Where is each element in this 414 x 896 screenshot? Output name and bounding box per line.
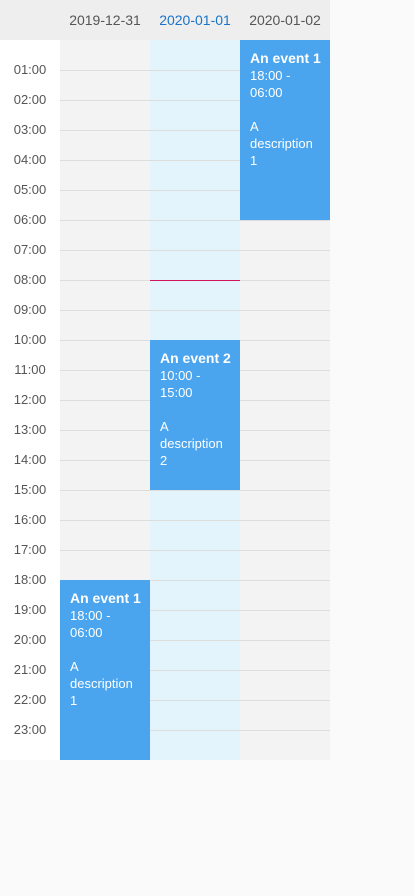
time-label: 14:00 — [13, 452, 47, 467]
hour-gridline — [60, 310, 150, 311]
event-description: A description 2 — [160, 419, 223, 468]
calendar-header: 2019-12-31 2020-01-01 2020-01-02 — [0, 0, 330, 40]
day-column-2[interactable]: An event 1 18:00 - 06:00 A description 1 — [240, 40, 330, 760]
hour-gridline — [60, 550, 150, 551]
hour-gridline — [150, 520, 240, 521]
hour-gridline — [240, 670, 330, 671]
hour-gridline — [150, 610, 240, 611]
event-block[interactable]: An event 1 18:00 - 06:00 A description 1 — [240, 40, 330, 220]
event-description: A description 1 — [70, 659, 133, 708]
time-label: 21:00 — [13, 662, 47, 677]
time-label: 18:00 — [13, 572, 47, 587]
event-title: An event 1 — [250, 50, 321, 66]
hour-gridline — [60, 280, 150, 281]
hour-gridline — [240, 730, 330, 731]
hour-gridline — [60, 160, 150, 161]
event-description: A description 1 — [250, 119, 313, 168]
time-label: 06:00 — [13, 212, 47, 227]
time-label: 07:00 — [13, 242, 47, 257]
hour-gridline — [60, 490, 150, 491]
time-label: 03:00 — [13, 122, 47, 137]
hour-gridline — [150, 490, 240, 491]
hour-gridline — [60, 100, 150, 101]
time-label: 23:00 — [13, 722, 47, 737]
hour-gridline — [150, 730, 240, 731]
time-label: 01:00 — [13, 62, 47, 77]
hour-gridline — [150, 70, 240, 71]
hour-gridline — [240, 250, 330, 251]
hour-gridline — [240, 340, 330, 341]
hour-gridline — [60, 370, 150, 371]
hour-gridline — [60, 400, 150, 401]
event-time: 18:00 - 06:00 — [250, 68, 291, 100]
time-label: 20:00 — [13, 632, 47, 647]
event-title: An event 1 — [70, 590, 141, 606]
hour-gridline — [60, 340, 150, 341]
day-header-0[interactable]: 2019-12-31 — [60, 0, 150, 40]
hour-gridline — [150, 700, 240, 701]
hour-gridline — [60, 130, 150, 131]
time-label: 22:00 — [13, 692, 47, 707]
hour-gridline — [150, 100, 240, 101]
hour-gridline — [60, 190, 150, 191]
event-time: 10:00 - 15:00 — [160, 368, 201, 400]
time-label: 12:00 — [13, 392, 47, 407]
hour-gridline — [60, 430, 150, 431]
time-gutter: 01:00 02:00 03:00 04:00 05:00 06:00 07:00 08:00… — [0, 40, 60, 760]
hour-gridline — [150, 130, 240, 131]
event-block[interactable]: An event 2 10:00 - 15:00 A description 2 — [150, 340, 240, 490]
hour-gridline — [150, 640, 240, 641]
time-label: 11:00 — [14, 362, 46, 377]
hour-gridline — [240, 460, 330, 461]
event-block[interactable]: An event 1 18:00 - 06:00 A description 1 — [60, 580, 150, 760]
time-label: 15:00 — [13, 482, 47, 497]
hour-gridline — [150, 250, 240, 251]
hour-gridline — [240, 700, 330, 701]
hour-gridline — [240, 280, 330, 281]
hour-gridline — [60, 250, 150, 251]
hour-gridline — [240, 400, 330, 401]
hour-gridline — [240, 640, 330, 641]
time-label: 10:00 — [13, 332, 47, 347]
time-label: 04:00 — [13, 152, 47, 167]
time-label: 13:00 — [13, 422, 47, 437]
hour-gridline — [240, 220, 330, 221]
hour-gridline — [60, 70, 150, 71]
week-calendar: 2019-12-31 2020-01-01 2020-01-02 01:00 02… — [0, 0, 330, 760]
hour-gridline — [150, 580, 240, 581]
hour-gridline — [240, 550, 330, 551]
day-column-1-today[interactable]: An event 2 10:00 - 15:00 A description 2 — [150, 40, 240, 760]
hour-gridline — [240, 580, 330, 581]
hour-gridline — [150, 310, 240, 311]
hour-gridline — [150, 160, 240, 161]
time-label: 09:00 — [13, 302, 47, 317]
day-header-2[interactable]: 2020-01-02 — [240, 0, 330, 40]
time-label: 08:00 — [13, 272, 47, 287]
time-label: 17:00 — [13, 542, 47, 557]
hour-gridline — [150, 190, 240, 191]
time-label: 02:00 — [13, 92, 47, 107]
hour-gridline — [240, 610, 330, 611]
hour-gridline — [240, 520, 330, 521]
hour-gridline — [240, 310, 330, 311]
current-time-indicator — [150, 280, 240, 281]
time-label: 19:00 — [13, 602, 47, 617]
day-column-0[interactable]: An event 1 18:00 - 06:00 A description 1 — [60, 40, 150, 760]
hour-gridline — [240, 490, 330, 491]
hour-gridline — [150, 670, 240, 671]
hour-gridline — [150, 550, 240, 551]
hour-gridline — [60, 460, 150, 461]
time-label: 05:00 — [13, 182, 47, 197]
hour-gridline — [240, 370, 330, 371]
hour-gridline — [60, 220, 150, 221]
time-label: 16:00 — [13, 512, 47, 527]
event-title: An event 2 — [160, 350, 231, 366]
day-header-1-today[interactable]: 2020-01-01 — [150, 0, 240, 40]
hour-gridline — [240, 430, 330, 431]
hour-gridline — [150, 220, 240, 221]
hour-gridline — [60, 520, 150, 521]
event-time: 18:00 - 06:00 — [70, 608, 111, 640]
